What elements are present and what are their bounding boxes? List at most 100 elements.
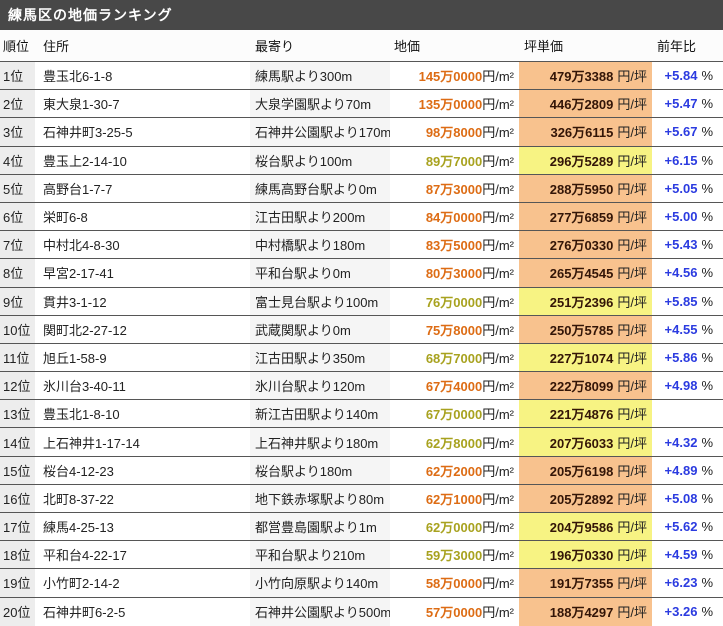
table-row: 3位 石神井町3-25-5 石神井公園駅より170m 98万8000円/m² 3… — [0, 118, 723, 146]
address-cell: 豊玉北6-1-8 — [35, 62, 250, 89]
address-cell: 栄町6-8 — [35, 203, 250, 230]
yoy-value: +5.08 — [665, 491, 698, 506]
address-cell: 上石神井1-17-14 — [35, 428, 250, 455]
station-cell: 練馬高野台駅より0m — [250, 175, 390, 202]
rank-cell: 19位 — [0, 569, 35, 596]
yoy-cell: +5.86% — [652, 344, 723, 371]
land-price-cell: 89万7000円/m² — [390, 147, 519, 174]
page-title-bar: 練馬区の地価ランキング — [0, 0, 723, 30]
yoy-cell: +5.00% — [652, 203, 723, 230]
land-price-value: 62万1000 — [426, 489, 482, 508]
address-label: 上石神井1-17-14 — [43, 433, 140, 452]
land-price-unit: 円/m² — [482, 489, 514, 508]
table-row: 20位 石神井町6-2-5 石神井公園駅より500m 57万0000円/m² 1… — [0, 598, 723, 626]
station-cell: 中村橋駅より180m — [250, 231, 390, 258]
address-label: 栄町6-8 — [43, 207, 88, 226]
tsubo-price-unit: 円/坪 — [617, 545, 647, 564]
land-price-value: 68万7000 — [426, 348, 482, 367]
address-label: 東大泉1-30-7 — [43, 94, 120, 113]
rank-cell: 2位 — [0, 90, 35, 117]
yoy-unit: % — [701, 378, 713, 393]
land-price-value: 67万4000 — [426, 376, 482, 395]
land-price-unit: 円/m² — [482, 433, 514, 452]
yoy-cell: +4.32% — [652, 428, 723, 455]
header-price-label: 地価 — [394, 36, 420, 55]
land-price-unit: 円/m² — [482, 545, 514, 564]
station-label: 地下鉄赤塚駅より80m — [255, 489, 384, 508]
yoy-value: +4.55 — [665, 322, 698, 337]
land-price-unit: 円/m² — [482, 348, 514, 367]
yoy-cell: +6.23% — [652, 569, 723, 596]
station-cell: 石神井公園駅より500m — [250, 598, 390, 626]
land-price-unit: 円/m² — [482, 376, 514, 395]
table-header-row: 順位 住所 最寄り 地価 坪単価 前年比 — [0, 30, 723, 62]
address-cell: 貫井3-1-12 — [35, 288, 250, 315]
tsubo-price-unit: 円/坪 — [617, 292, 647, 311]
yoy-unit: % — [701, 181, 713, 196]
land-price-unit: 円/m² — [482, 461, 514, 480]
land-price-value: 57万0000 — [426, 602, 482, 621]
yoy-cell: +5.62% — [652, 513, 723, 540]
header-yoy: 前年比 — [652, 36, 723, 55]
station-label: 練馬高野台駅より0m — [255, 179, 377, 198]
table-row: 7位 中村北4-8-30 中村橋駅より180m 83万5000円/m² 276万… — [0, 231, 723, 259]
land-price-cell: 62万8000円/m² — [390, 428, 519, 455]
address-label: 小竹町2-14-2 — [43, 573, 120, 592]
station-label: 平和台駅より210m — [255, 545, 365, 564]
table-row: 6位 栄町6-8 江古田駅より200m 84万0000円/m² 277万6859… — [0, 203, 723, 231]
table-row: 1位 豊玉北6-1-8 練馬駅より300m 145万0000円/m² 479万3… — [0, 62, 723, 90]
address-label: 氷川台3-40-11 — [43, 376, 126, 395]
tsubo-price-value: 326万6115 — [550, 122, 613, 141]
address-cell: 旭丘1-58-9 — [35, 344, 250, 371]
tsubo-price-value: 446万2809 — [550, 94, 614, 113]
yoy-value: +4.89 — [665, 463, 698, 478]
rank-label: 19位 — [3, 573, 30, 592]
yoy-unit: % — [701, 519, 713, 534]
rank-label: 4位 — [3, 151, 23, 170]
station-label: 富士見台駅より100m — [255, 292, 378, 311]
address-label: 関町北2-27-12 — [43, 320, 127, 339]
tsubo-price-unit: 円/坪 — [617, 573, 647, 592]
address-cell: 関町北2-27-12 — [35, 316, 250, 343]
tsubo-price-value: 276万0330 — [550, 235, 614, 254]
tsubo-price-value: 265万4545 — [550, 263, 614, 282]
address-label: 石神井町6-2-5 — [43, 602, 125, 621]
rank-label: 13位 — [3, 404, 30, 423]
tsubo-price-cell: 221万4876円/坪 — [519, 400, 652, 427]
tsubo-price-cell: 227万1074円/坪 — [519, 344, 652, 371]
header-rank-label: 順位 — [3, 36, 29, 55]
table-row: 14位 上石神井1-17-14 上石神井駅より180m 62万8000円/m² … — [0, 428, 723, 456]
land-price-unit: 円/m² — [482, 320, 514, 339]
station-cell: 富士見台駅より100m — [250, 288, 390, 315]
yoy-value: +5.43 — [665, 237, 698, 252]
station-cell: 大泉学園駅より70m — [250, 90, 390, 117]
yoy-unit: % — [701, 350, 713, 365]
rank-cell: 18位 — [0, 541, 35, 568]
land-price-cell: 84万0000円/m² — [390, 203, 519, 230]
tsubo-price-unit: 円/坪 — [617, 517, 647, 536]
yoy-value: +4.56 — [665, 265, 698, 280]
tsubo-price-cell: 250万5785円/坪 — [519, 316, 652, 343]
yoy-cell: +4.98% — [652, 372, 723, 399]
yoy-value: +4.32 — [665, 435, 698, 450]
rank-label: 2位 — [3, 94, 23, 113]
header-rank: 順位 — [0, 36, 35, 55]
land-price-cell: 57万0000円/m² — [390, 598, 519, 626]
station-label: 武蔵関駅より0m — [255, 320, 351, 339]
yoy-unit: % — [701, 294, 713, 309]
station-cell: 武蔵関駅より0m — [250, 316, 390, 343]
page-title: 練馬区の地価ランキング — [8, 5, 173, 25]
address-cell: 練馬4-25-13 — [35, 513, 250, 540]
rank-label: 8位 — [3, 263, 23, 282]
tsubo-price-value: 479万3388 — [550, 66, 614, 85]
rank-label: 1位 — [3, 66, 23, 85]
land-price-unit: 円/m² — [482, 517, 514, 536]
yoy-value: +5.85 — [665, 294, 698, 309]
yoy-unit: % — [701, 322, 713, 337]
rank-cell: 16位 — [0, 485, 35, 512]
land-price-cell: 68万7000円/m² — [390, 344, 519, 371]
station-label: 中村橋駅より180m — [255, 235, 365, 254]
rank-label: 12位 — [3, 376, 30, 395]
land-price-value: 89万7000 — [426, 151, 482, 170]
land-price-unit: 円/m² — [482, 573, 514, 592]
